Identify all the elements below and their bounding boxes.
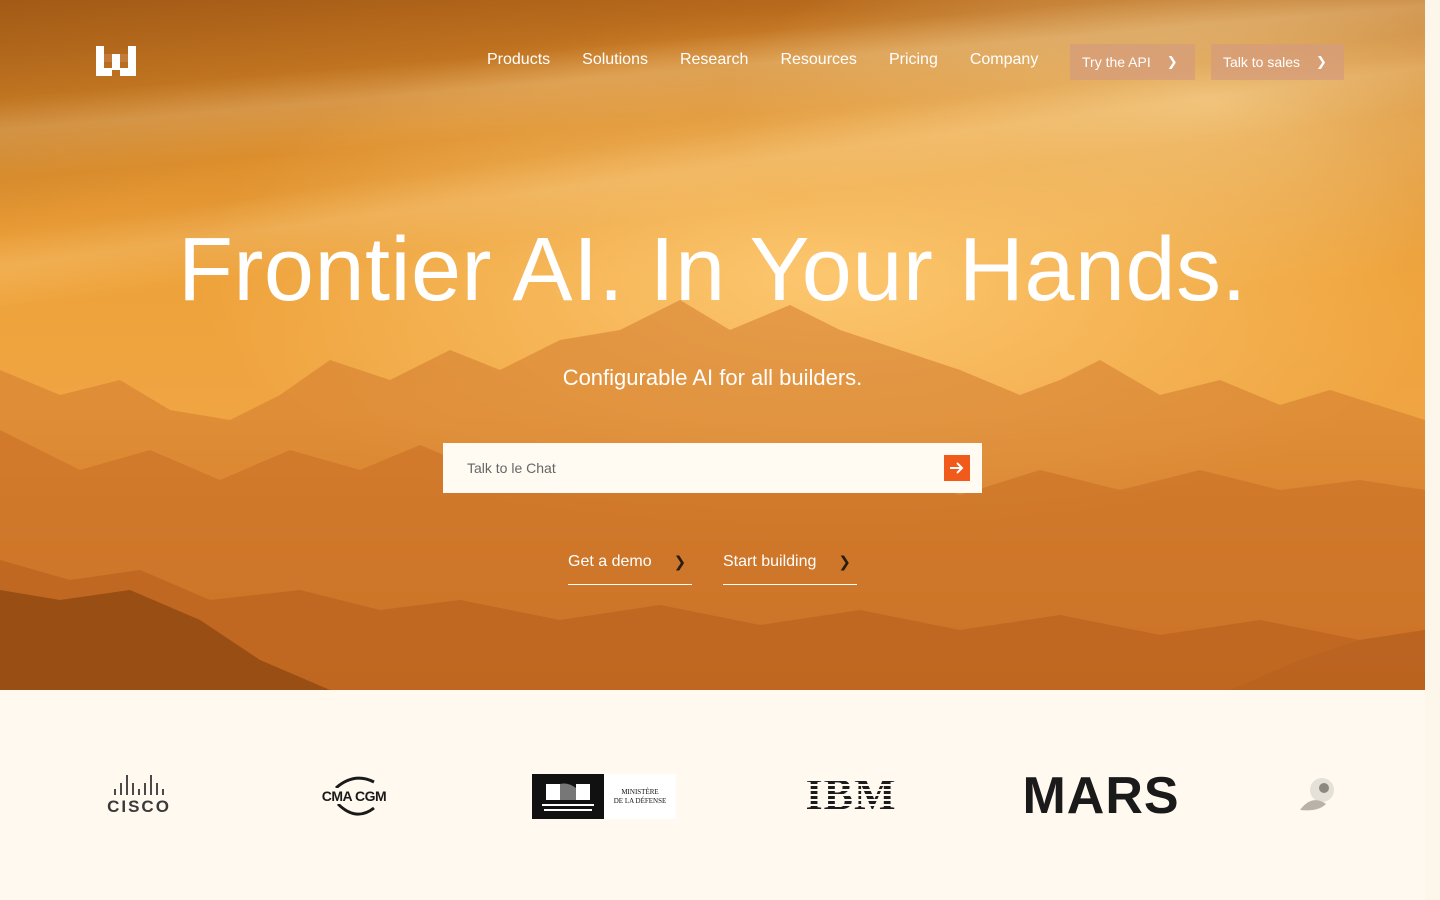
nav-resources[interactable]: Resources bbox=[780, 50, 856, 70]
cma-cgm-wordmark: CMA CGM bbox=[320, 788, 388, 804]
ministere-defense-logo: MINISTÈRE DE LA DÉFENSE bbox=[532, 774, 676, 819]
nav-company[interactable]: Company bbox=[970, 50, 1038, 70]
ministere-line1: MINISTÈRE bbox=[621, 787, 659, 796]
cma-cgm-logo: CMA CGM bbox=[316, 774, 392, 818]
cisco-logo: CISCO bbox=[101, 775, 177, 817]
talk-to-sales-button[interactable]: Talk to sales ❯ bbox=[1211, 44, 1344, 80]
chevron-right-icon: ❯ bbox=[838, 554, 851, 571]
mars-logo: MARS bbox=[1022, 770, 1178, 822]
nav-solutions[interactable]: Solutions bbox=[582, 50, 648, 70]
mistral-logo-icon[interactable] bbox=[96, 46, 136, 76]
try-api-label: Try the API bbox=[1082, 54, 1151, 70]
get-demo-label: Get a demo bbox=[568, 553, 652, 570]
nav-research[interactable]: Research bbox=[680, 50, 748, 70]
try-api-button[interactable]: Try the API ❯ bbox=[1070, 44, 1195, 80]
cisco-wordmark: CISCO bbox=[107, 797, 171, 816]
hero-subline: Configurable AI for all builders. bbox=[562, 365, 863, 390]
partial-logo-icon bbox=[1296, 774, 1336, 816]
chat-box bbox=[443, 443, 982, 493]
ministere-line2: DE LA DÉFENSE bbox=[613, 796, 667, 805]
get-demo-link[interactable]: Get a demo ❯ bbox=[568, 550, 692, 585]
ibm-wordmark: IBM bbox=[805, 770, 897, 819]
ibm-logo: IBM bbox=[805, 770, 897, 819]
talk-to-sales-label: Talk to sales bbox=[1223, 54, 1301, 70]
customer-logos bbox=[0, 700, 1425, 900]
send-arrow-icon[interactable] bbox=[944, 455, 970, 481]
nav-pricing[interactable]: Pricing bbox=[889, 50, 938, 70]
main-nav: Products Solutions Research Resources Pr… bbox=[487, 50, 1038, 70]
nav-products[interactable]: Products bbox=[487, 50, 550, 70]
mars-wordmark: MARS bbox=[1022, 767, 1180, 825]
chevron-right-icon: ❯ bbox=[1166, 54, 1178, 69]
chevron-right-icon: ❯ bbox=[673, 554, 687, 571]
start-building-link[interactable]: Start building ❯ bbox=[723, 550, 857, 585]
chevron-right-icon: ❯ bbox=[1316, 54, 1327, 69]
scrollbar[interactable] bbox=[1425, 0, 1440, 900]
start-building-label: Start building bbox=[723, 553, 817, 570]
hero-headline: Frontier AI. In Your Hands. bbox=[177, 220, 1248, 320]
chat-input[interactable] bbox=[443, 460, 913, 476]
hero-section bbox=[0, 0, 1425, 690]
mountain-background bbox=[0, 300, 1425, 690]
